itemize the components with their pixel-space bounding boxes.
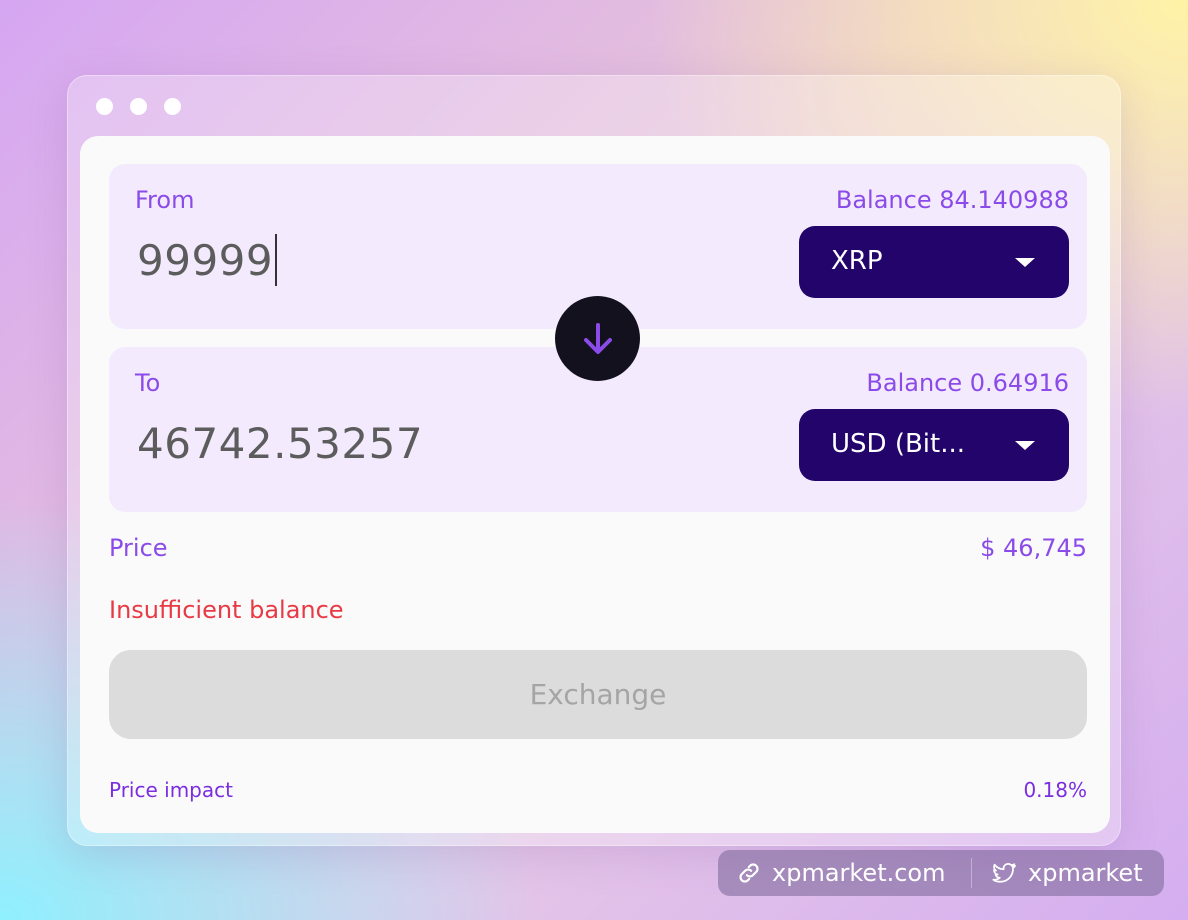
chevron-down-icon	[1015, 441, 1035, 450]
price-value: $ 46,745	[980, 534, 1087, 562]
window-control-dot[interactable]	[130, 98, 147, 115]
to-label: To	[135, 369, 161, 397]
from-amount-input[interactable]: 99999	[137, 233, 278, 290]
from-token-name: XRP	[831, 246, 883, 276]
chevron-down-icon	[1015, 258, 1035, 267]
twitter-link-text: xpmarket	[1028, 859, 1143, 887]
window-control-dot[interactable]	[164, 98, 181, 115]
app-window: From Balance 84.140988 99999 XRP To Bala…	[67, 75, 1121, 846]
from-amount-value: 99999	[137, 236, 274, 285]
link-icon	[739, 863, 759, 883]
twitter-link[interactable]: xpmarket	[972, 850, 1143, 896]
text-caret	[275, 233, 278, 286]
to-amount-value: 46742.53257	[137, 419, 424, 468]
from-label: From	[135, 186, 195, 214]
from-token-select[interactable]: XRP	[799, 226, 1069, 298]
to-token-name: USD (Bit...	[831, 429, 966, 459]
footer-badge: xpmarket.com xpmarket	[718, 850, 1164, 896]
to-balance: Balance 0.64916	[866, 369, 1069, 397]
twitter-bird-icon	[992, 862, 1017, 883]
exchange-card: From Balance 84.140988 99999 XRP To Bala…	[80, 136, 1110, 833]
window-control-dot[interactable]	[96, 98, 113, 115]
arrow-down-icon	[583, 322, 612, 354]
to-amount-input[interactable]: 46742.53257	[137, 419, 423, 468]
price-label: Price	[109, 534, 168, 562]
insufficient-balance-error: Insufficient balance	[109, 596, 344, 624]
price-impact-value: 0.18%	[1023, 778, 1087, 802]
swap-direction-button[interactable]	[555, 296, 640, 381]
website-link-text: xpmarket.com	[772, 859, 946, 887]
exchange-button[interactable]: Exchange	[109, 650, 1087, 739]
website-link[interactable]: xpmarket.com	[718, 850, 971, 896]
price-impact-label: Price impact	[109, 778, 233, 802]
from-balance: Balance 84.140988	[835, 186, 1069, 214]
to-token-select[interactable]: USD (Bit...	[799, 409, 1069, 481]
